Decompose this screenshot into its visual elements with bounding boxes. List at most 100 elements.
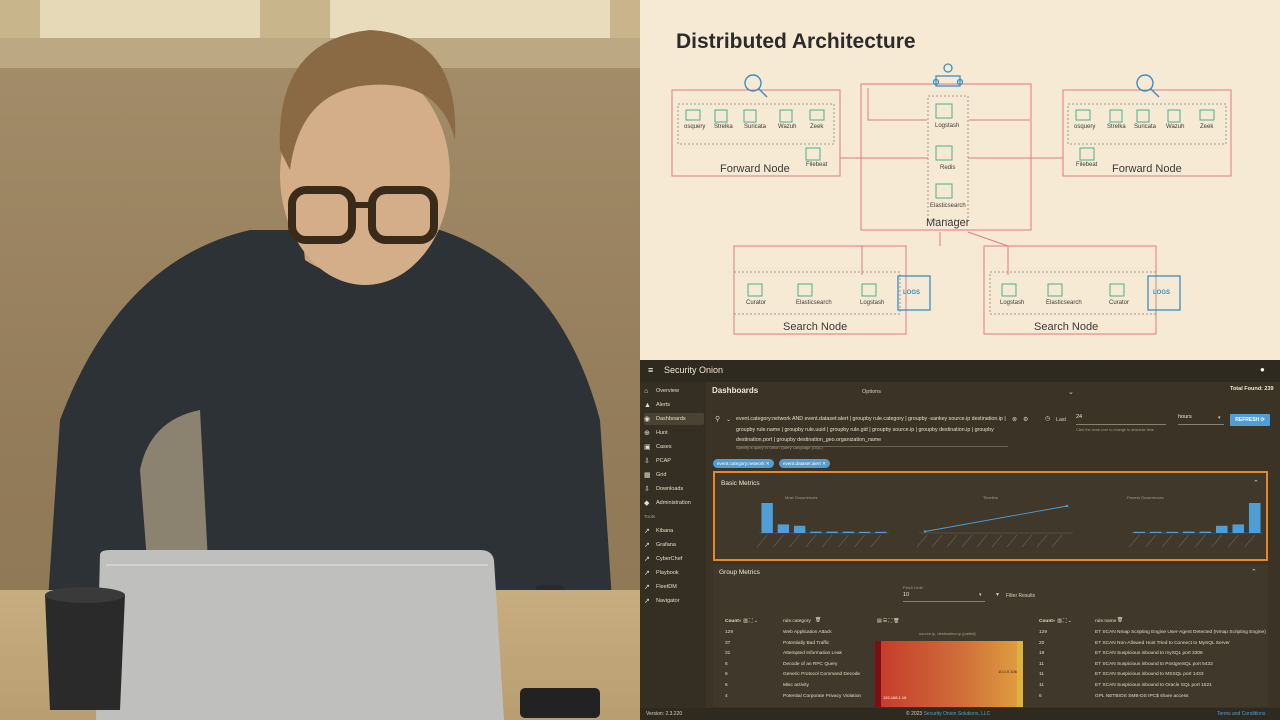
fwd-right-osquery: osquery: [1074, 124, 1096, 130]
nav-cases[interactable]: ▣ Cases: [644, 441, 704, 453]
tick-label-mark: [1162, 534, 1173, 548]
tool-navigator[interactable]: ↗ Navigator: [644, 595, 704, 607]
fetch-limit-chevron-icon[interactable]: ▾: [979, 592, 982, 598]
nav-administration[interactable]: ◆ Administration: [644, 497, 704, 509]
forward-node-left-label: Forward Node: [720, 163, 790, 175]
tool-playbook[interactable]: ↗ Playbook: [644, 567, 704, 579]
query-input[interactable]: event.category:network AND event.dataset…: [736, 414, 1008, 447]
table-row-value[interactable]: Potential Corporate Privacy Violation: [783, 694, 861, 699]
terms-link[interactable]: Terms and Conditions: [1217, 711, 1265, 717]
nav-hunt[interactable]: ⊕ Hunt: [644, 427, 704, 439]
filter-chip-category[interactable]: event.category:network ✕: [713, 459, 774, 468]
tick-label-mark: [931, 534, 943, 548]
user-icon[interactable]: ●: [1260, 365, 1265, 374]
table-row-value[interactable]: ET SCAN Suspicious inbound to PostgreSQL…: [1095, 662, 1213, 667]
manager-redis: Redis: [940, 165, 956, 171]
options-chevron-icon[interactable]: ⌄: [1068, 388, 1074, 396]
download-icon: ⇩: [644, 485, 650, 493]
table-row-value[interactable]: ET SCAN Nmap Scripting Engine User-Agent…: [1095, 630, 1266, 635]
timeline-point: [1065, 504, 1069, 508]
left-table-field-header[interactable]: rule.category: [783, 619, 811, 624]
bell-icon: ▲: [644, 401, 651, 409]
nav-pcap[interactable]: ⇩ PCAP: [644, 455, 704, 467]
table-row-value[interactable]: Potentially Bad Traffic: [783, 641, 829, 646]
external-link-icon: ↗: [644, 555, 650, 563]
table-row-value[interactable]: Misc activity: [783, 683, 809, 688]
clock-hint: Click the clock icon to change to absolu…: [1076, 428, 1154, 432]
table-row-value[interactable]: Decode of an RPC Query: [783, 662, 837, 667]
right-table-delete-icon[interactable]: 🗑: [1117, 618, 1123, 623]
tick-label-mark: [1178, 534, 1189, 548]
bar: [875, 531, 887, 533]
table-row-value[interactable]: Attempted Information Leak: [783, 651, 842, 656]
query-settings-icon[interactable]: ⚙: [1023, 416, 1028, 423]
table-row-value[interactable]: ET SCAN Suspicious inbound to mySQL port…: [1095, 651, 1203, 656]
table-row-value[interactable]: ET SCAN Suspicious inbound to MSSQL port…: [1095, 672, 1204, 677]
last-value-input[interactable]: 24: [1076, 414, 1166, 425]
table-row-count: 129: [1039, 630, 1048, 635]
tick-label-mark: [756, 534, 768, 548]
nav-alerts[interactable]: ▲ Alerts: [644, 399, 704, 411]
table-row-count: 11: [1039, 661, 1044, 667]
menu-icon[interactable]: ≡: [648, 365, 653, 375]
query-chevron-icon[interactable]: ⌄: [726, 416, 731, 423]
left-table-count-header[interactable]: Count: [725, 619, 739, 624]
bar: [777, 524, 790, 533]
right-table-tools-icons[interactable]: ◐ ▥ ⛶ ⌄: [1053, 618, 1072, 624]
tool-kibana[interactable]: ↗ Kibana: [644, 525, 704, 537]
table-row-count: 11: [1039, 683, 1044, 688]
search-right-curator: Curator: [1109, 300, 1130, 306]
tool-grafana[interactable]: ↗ Grafana: [644, 539, 704, 551]
sankey-tools-icons[interactable]: ▤ ☰ ⛶ 🗑: [877, 618, 899, 624]
left-table-tools-icons[interactable]: ◐ ▥ ⛶ ⌄: [739, 618, 758, 624]
fwd-left-zeek: Zeek: [810, 124, 824, 130]
nav-overview[interactable]: ⌂ Overview: [644, 385, 704, 397]
table-row-value[interactable]: GPL NETBIOS SMB-DS IPC$ share access: [1095, 694, 1188, 699]
fwd-right-wazuh: Wazuh: [1166, 124, 1185, 130]
tick-label-mark: [789, 534, 800, 548]
nav-downloads[interactable]: ⇩ Downloads: [644, 483, 704, 495]
collapse-group-icon[interactable]: ⌃: [1251, 568, 1257, 576]
bar: [1232, 524, 1245, 533]
tick-label-mark: [991, 534, 1003, 548]
fwd-left-suricata: Suricata: [744, 124, 767, 130]
nav-grid[interactable]: ▦ Grid: [644, 469, 704, 481]
table-row-count: 11: [1039, 672, 1044, 678]
nav-dashboards[interactable]: ◉ Dashboards: [644, 413, 704, 425]
clear-query-icon[interactable]: ⊗: [1012, 416, 1017, 423]
clock-icon[interactable]: ◷: [1045, 415, 1050, 422]
collapse-basic-icon[interactable]: ⌃: [1253, 479, 1259, 487]
tool-fleetdm[interactable]: ↗ FleetDM: [644, 581, 704, 593]
search-left-curator: Curator: [746, 300, 767, 306]
sankey-right-label: 10.0.0.106: [998, 669, 1017, 674]
table-row-value[interactable]: ET SCAN Non-Allowed Host Tried to Connec…: [1095, 641, 1230, 646]
table-row-value[interactable]: Generic Protocol Command Decode: [783, 672, 860, 677]
tick-label-mark: [854, 534, 865, 548]
fewest-occurrences-chart: [1129, 503, 1263, 548]
sankey-source-node: [875, 641, 881, 707]
tick-label-mark: [838, 534, 849, 548]
filter-chip-dataset[interactable]: event.dataset:alert ✕: [779, 459, 830, 468]
table-row-value[interactable]: ET SCAN Suspicious inbound to Oracle SQL…: [1095, 683, 1212, 688]
unit-chevron-icon[interactable]: ▾: [1218, 415, 1221, 421]
filter-icon[interactable]: ▼: [995, 592, 1000, 598]
company-link[interactable]: Security Onion Solutions, LLC: [924, 711, 991, 717]
table-row-count: 37: [725, 640, 731, 646]
logs-icon: LOGS: [903, 290, 921, 296]
right-table-field-header[interactable]: rule.name: [1095, 619, 1116, 624]
fetch-limit-select[interactable]: 10: [903, 592, 985, 602]
sankey-title: source.ip, destination.ip (partial): [919, 631, 976, 636]
refresh-button[interactable]: REFRESH ⟳: [1230, 414, 1270, 426]
tick-label-mark: [773, 534, 784, 548]
bar: [1182, 531, 1195, 533]
timeline-line: [924, 505, 1068, 532]
group-metrics-card: Group Metrics ⌃ Fetch Limit 10 ▾ ▼ Filte…: [713, 565, 1268, 707]
table-row-value[interactable]: Web Application Attack: [783, 630, 832, 635]
tick-label-mark: [946, 534, 958, 548]
tool-cyberchef[interactable]: ↗ CyberChef: [644, 553, 704, 565]
right-table-count-header[interactable]: Count: [1039, 619, 1053, 624]
filter-results-input[interactable]: Filter Results: [1006, 593, 1035, 599]
tools-heading: Tools: [644, 515, 656, 520]
page-title: Dashboards: [712, 386, 759, 395]
left-table-delete-icon[interactable]: 🗑: [815, 618, 821, 623]
